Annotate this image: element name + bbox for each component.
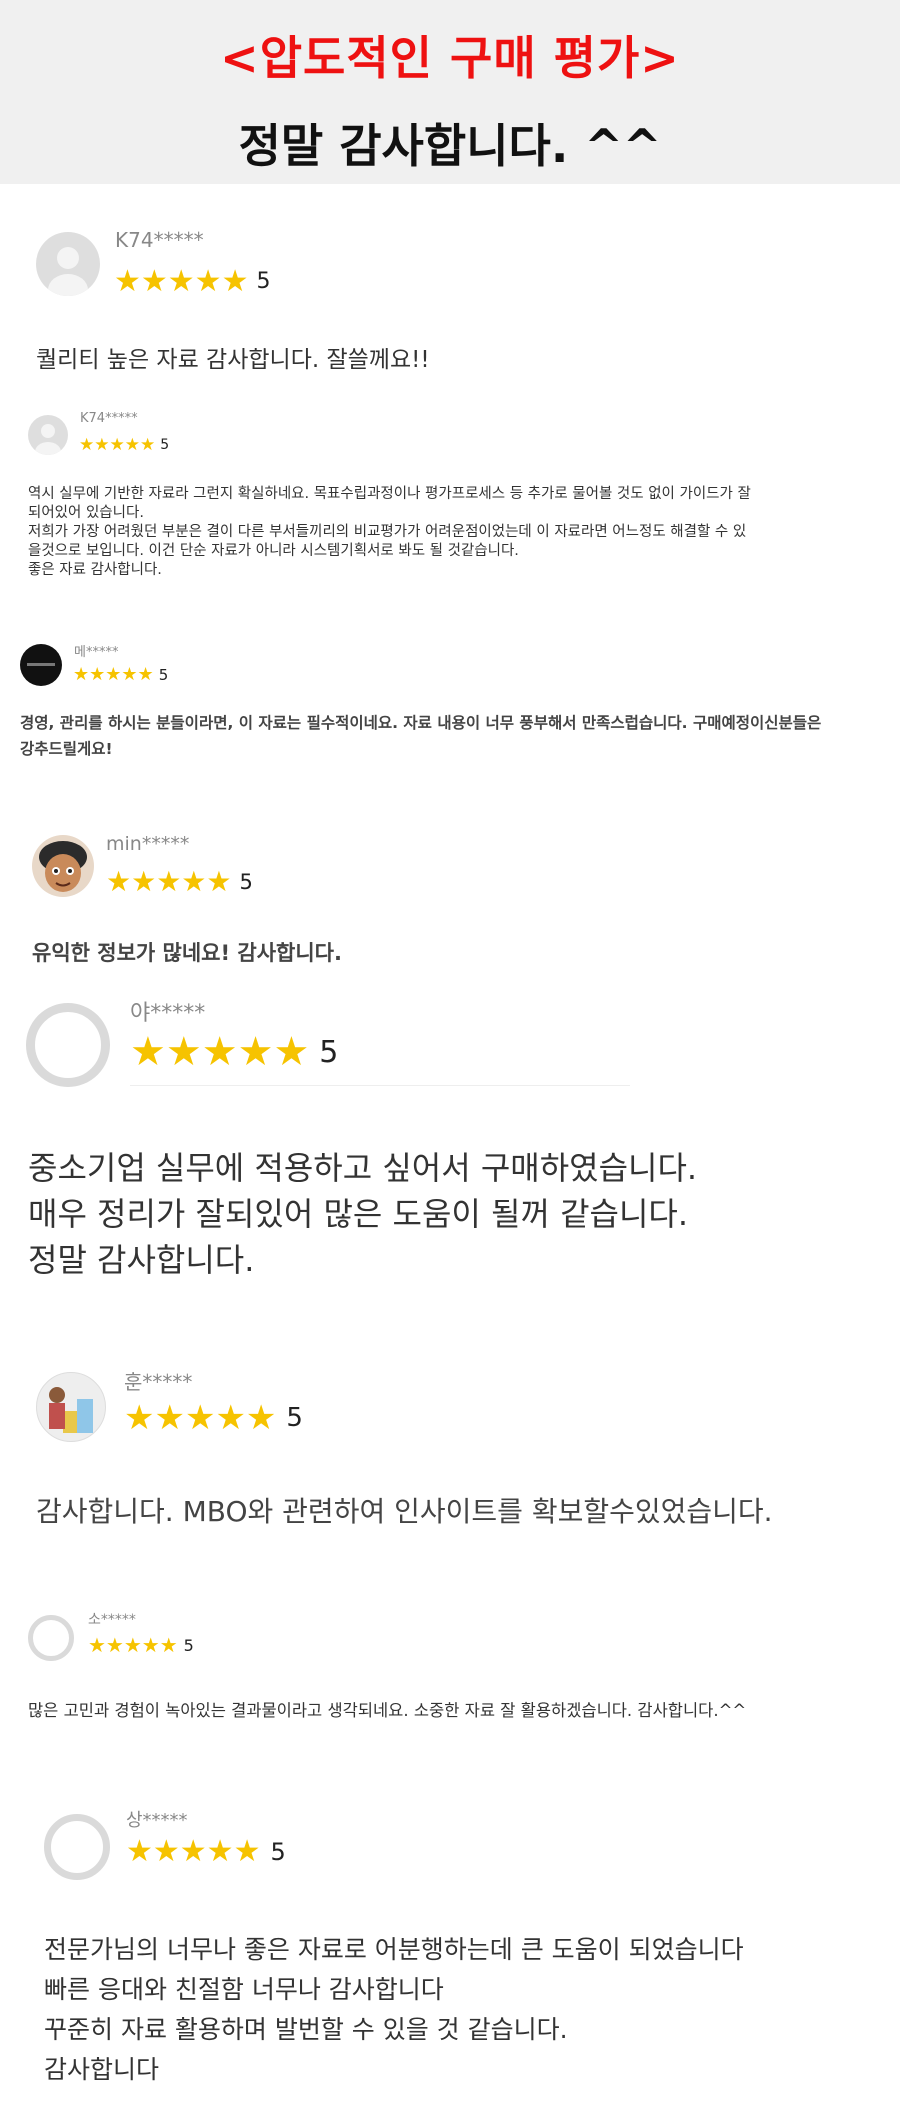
divider <box>130 1085 630 1086</box>
star-rating: ★★★★★ 5 <box>79 435 169 455</box>
rating-value: 5 <box>286 1403 303 1433</box>
page-title: <압도적인 구매 평가> <box>220 31 680 85</box>
gray-person-icon <box>36 232 100 296</box>
review-username: K74***** <box>80 411 138 426</box>
rating-value: 5 <box>256 269 271 294</box>
rating-value: 5 <box>239 869 253 894</box>
ring-avatar <box>44 1814 110 1880</box>
review-item: 상***** ★★★★★ 5 전문가님의 너무나 좋은 자료로 어분행하는데 큰… <box>0 1800 900 2100</box>
star-rating: ★★★★★ 5 <box>88 1633 194 1657</box>
star-icon: ★★★★★ <box>114 264 249 299</box>
review-text: 감사합니다. MBO와 관련하여 인사이트를 확보할수있었습니다. <box>36 1495 773 1528</box>
review-username: 훈***** <box>124 1370 193 1394</box>
review-username: 메***** <box>74 645 119 660</box>
illustration-avatar <box>36 1372 106 1442</box>
review-item: min***** ★★★★★ 5 유익한 정보가 많네요! 감사합니다. <box>0 825 900 975</box>
gray-person-icon <box>28 415 68 455</box>
review-username: 상***** <box>126 1810 188 1831</box>
review-item: 메***** ★★★★★ 5 경영, 관리를 하시는 분들이라면, 이 자료는 … <box>0 640 900 770</box>
star-icon: ★★★★★ <box>106 865 232 898</box>
review-text: 유익한 정보가 많네요! 감사합니다. <box>32 941 342 965</box>
rating-value: 5 <box>270 1837 286 1866</box>
star-rating: ★★★★★ 5 <box>130 1029 338 1075</box>
star-icon: ★★★★★ <box>79 435 156 455</box>
black-logo-avatar <box>20 644 62 686</box>
star-rating: ★★★★★ 5 <box>114 264 270 299</box>
review-text: 많은 고민과 경험이 녹아있는 결과물이라고 생각되네요. 소중한 자료 잘 활… <box>28 1701 747 1720</box>
star-icon: ★★★★★ <box>88 1633 178 1657</box>
review-text: 중소기업 실무에 적용하고 싶어서 구매하였습니다. 매우 정리가 잘되있어 많… <box>28 1149 698 1279</box>
review-item: 소***** ★★★★★ 5 많은 고민과 경험이 녹아있는 결과물이라고 생각… <box>0 1605 900 1735</box>
review-username: 소***** <box>88 1612 136 1628</box>
review-item: K74***** ★★★★★ 5 퀄리티 높은 자료 감사합니다. 잘쓸께요!! <box>0 220 900 390</box>
review-text: 퀄리티 높은 자료 감사합니다. 잘쓸께요!! <box>36 347 430 373</box>
header-banner: <압도적인 구매 평가> 정말 감사합니다. ^^ <box>0 0 900 184</box>
star-rating: ★★★★★ 5 <box>73 664 168 685</box>
review-item: K74***** ★★★★★ 5 역시 실무에 기반한 자료라 그런지 확실하네… <box>0 405 900 615</box>
star-icon: ★★★★★ <box>126 1834 261 1869</box>
review-username: min***** <box>106 833 190 855</box>
ring-avatar <box>28 1615 74 1661</box>
rating-value: 5 <box>158 665 169 684</box>
rating-value: 5 <box>183 1635 194 1655</box>
rating-value: 5 <box>160 437 170 453</box>
review-text: 전문가님의 너무나 좋은 자료로 어분행하는데 큰 도움이 되었습니다 빠른 응… <box>44 1935 744 2084</box>
star-rating: ★★★★★ 5 <box>124 1398 303 1438</box>
ring-avatar <box>26 1003 110 1087</box>
rating-value: 5 <box>319 1034 339 1070</box>
star-rating: ★★★★★ 5 <box>106 865 253 898</box>
review-username: 야***** <box>130 1001 206 1026</box>
review-item: 야***** ★★★★★ 5 중소기업 실무에 적용하고 싶어서 구매하였습니다… <box>0 985 900 1305</box>
star-icon: ★★★★★ <box>124 1398 277 1438</box>
page-subtitle: 정말 감사합니다. ^^ <box>238 119 662 173</box>
star-icon: ★★★★★ <box>73 664 154 685</box>
review-text: 역시 실무에 기반한 자료라 그런지 확실하네요. 목표수립과정이나 평가프로세… <box>28 486 751 578</box>
star-rating: ★★★★★ 5 <box>126 1834 286 1869</box>
review-text: 경영, 관리를 하시는 분들이라면, 이 자료는 필수적이네요. 자료 내용이 … <box>20 714 822 758</box>
review-username: K74***** <box>115 228 204 252</box>
review-item: 훈***** ★★★★★ 5 감사합니다. MBO와 관련하여 인사이트를 확보… <box>0 1360 900 1540</box>
star-icon: ★★★★★ <box>130 1029 310 1075</box>
emoji-face-avatar <box>32 835 94 897</box>
